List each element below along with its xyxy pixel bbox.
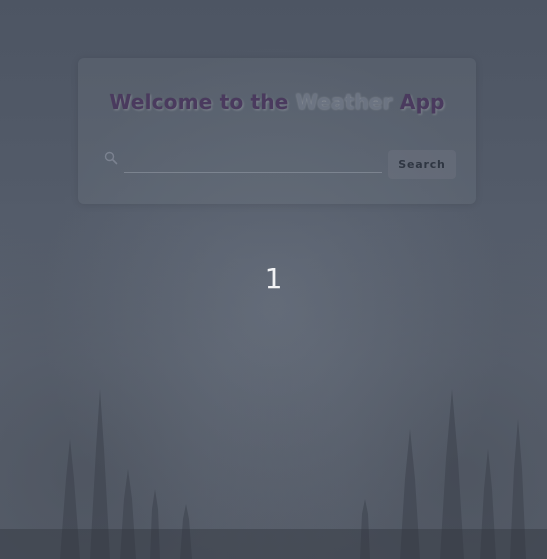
page-title: Welcome to the Weather App xyxy=(78,90,476,114)
result-value: 1 xyxy=(264,262,283,295)
forest-background-image xyxy=(0,389,547,559)
search-bar: Search xyxy=(102,146,458,180)
city-search-input[interactable] xyxy=(124,146,382,173)
search-icon xyxy=(104,150,118,165)
title-accent: Weather xyxy=(295,90,393,114)
title-suffix: App xyxy=(392,90,445,114)
search-button[interactable]: Search xyxy=(388,150,456,179)
title-prefix: Welcome to the xyxy=(109,90,296,114)
search-card: Welcome to the Weather App Search xyxy=(78,58,476,204)
